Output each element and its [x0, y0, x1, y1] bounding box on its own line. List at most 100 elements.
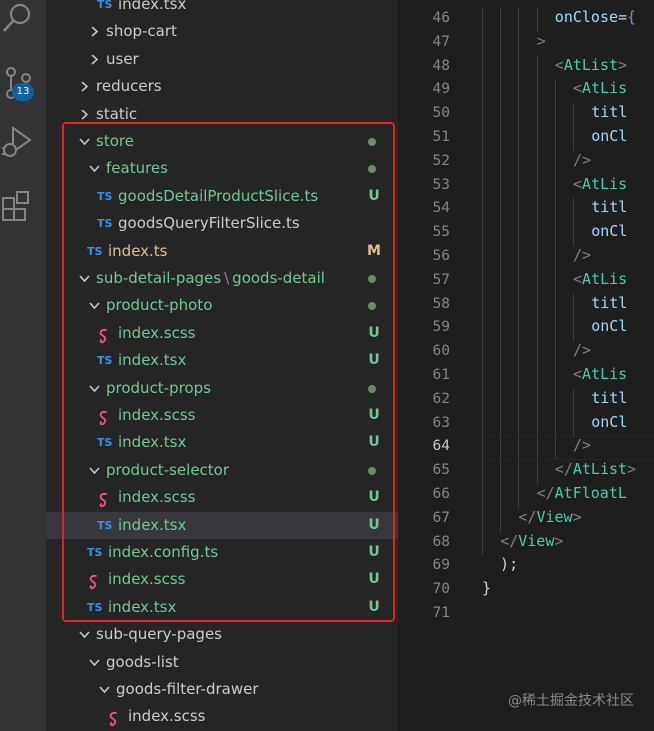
indent-guide [573, 198, 574, 246]
code-line: <AtLis [573, 175, 627, 193]
line-number: 51 [432, 129, 450, 145]
code-line: /> [573, 246, 591, 264]
line-number: 47 [432, 33, 450, 50]
code-line: </View> [518, 508, 581, 526]
code-line: titl [591, 198, 627, 216]
explorer-tree: TS index.tsx shop-cart user reducers static st… [46, 0, 398, 731]
code-token: onCl [591, 222, 628, 241]
indent-guide [536, 55, 538, 484]
indent-guide [536, 8, 538, 32]
line-number: 49 [432, 81, 450, 98]
chevron-down-icon[interactable] [77, 621, 91, 648]
code-token: onCl [591, 317, 628, 336]
tree-row-label: index.tsx [118, 0, 187, 13]
indent-guide [573, 103, 574, 151]
line-number: 50 [432, 105, 450, 122]
activity-bar: 13 [0, 0, 46, 731]
code-token: </ [536, 484, 555, 502]
search-icon[interactable] [0, 0, 46, 44]
code-token: </ [518, 507, 537, 526]
code-token: < [554, 55, 564, 74]
code-token: onCl [591, 127, 628, 145]
tree-row[interactable]: goods-list [46, 649, 398, 676]
code-token: AtFloatL [554, 484, 627, 502]
line-number: 55 [432, 224, 450, 241]
line-number: 65 [432, 462, 450, 479]
indent-guide [573, 388, 574, 437]
line-number: 46 [432, 10, 450, 26]
code-line: </AtFloatL [537, 484, 627, 502]
code-line: onCl [591, 413, 627, 431]
line-number: 53 [432, 176, 450, 193]
code-line: <AtList> [555, 56, 627, 74]
code-line: <AtLis [573, 270, 627, 288]
indent-guide [518, 8, 520, 508]
code-token: < [573, 269, 583, 288]
line-number: 59 [432, 319, 450, 336]
tree-row[interactable]: user [46, 46, 398, 73]
tree-row-label: shop-cart [106, 22, 177, 41]
code-editor[interactable]: 46 onClose={47 >48 <AtList> 49 <AtLis 50 titl 51… [398, 0, 654, 731]
code-token: = [618, 8, 628, 26]
line-number: 71 [432, 605, 450, 621]
tree-row[interactable]: index.scss [46, 703, 398, 730]
tree-row-label: user [106, 49, 139, 68]
code-line: onCl [591, 222, 627, 240]
code-line: <AtLis [573, 79, 627, 97]
code-token: < [573, 365, 583, 383]
tree-row[interactable]: reducers [46, 73, 398, 100]
code-line: /> [573, 151, 591, 169]
indent-guide [482, 8, 483, 556]
watermark: @稀土掘金技术社区 [508, 693, 634, 709]
code-token: titl [591, 293, 628, 312]
code-token: /> [573, 246, 592, 264]
chevron-right-icon[interactable] [77, 73, 91, 100]
code-token: AtLis [582, 174, 628, 193]
line-number: 54 [432, 200, 450, 217]
tree-row-label: goods-filter-drawer [116, 680, 259, 698]
extensions-icon[interactable] [0, 184, 46, 228]
code-token: View [518, 531, 555, 550]
chevron-right-icon[interactable] [87, 18, 101, 45]
line-number: 69 [432, 557, 450, 574]
code-token: AtLis [582, 79, 628, 98]
tree-row-label: index.scss [128, 707, 206, 726]
code-token: /> [573, 150, 592, 169]
line-number: 56 [432, 248, 450, 264]
highlight-box [62, 122, 395, 622]
line-number: 70 [432, 581, 450, 598]
tree-row[interactable]: TS index.tsx [46, 0, 398, 18]
code-line: /> [573, 436, 591, 454]
code-token: < [573, 174, 583, 193]
code-line: </View> [500, 532, 563, 550]
line-number: 60 [432, 343, 450, 360]
indent-guide [573, 293, 574, 342]
code-token: > [572, 507, 582, 526]
run-debug-icon[interactable] [0, 122, 46, 166]
code-token: View [536, 507, 573, 526]
code-token: /> [573, 436, 592, 455]
chevron-right-icon[interactable] [87, 46, 101, 73]
tree-row-label: reducers [96, 77, 162, 96]
line-number: 68 [432, 533, 450, 550]
code-line: <AtLis [573, 365, 627, 383]
tree-row[interactable]: shop-cart [46, 18, 398, 45]
line-number: 62 [432, 390, 450, 407]
code-token: /> [573, 341, 592, 360]
code-line: /> [573, 341, 591, 359]
line-number: 66 [432, 486, 450, 502]
code-token: onClose [554, 8, 619, 26]
code-line: </AtList> [555, 460, 636, 478]
code-token: AtList [572, 460, 628, 479]
chevron-down-icon[interactable] [87, 649, 101, 676]
chevron-down-icon[interactable] [97, 676, 111, 703]
code-token: onCl [591, 412, 628, 431]
code-line: ); [482, 555, 518, 573]
tree-row[interactable]: goods-filter-drawer [46, 676, 398, 703]
code-token: ); [482, 555, 519, 574]
tree-row[interactable]: sub-query-pages [46, 621, 398, 648]
typescript-file-icon: TS [97, 0, 113, 11]
code-line: titl [591, 389, 627, 407]
code-token: titl [591, 198, 628, 217]
code-line: > [537, 32, 546, 50]
